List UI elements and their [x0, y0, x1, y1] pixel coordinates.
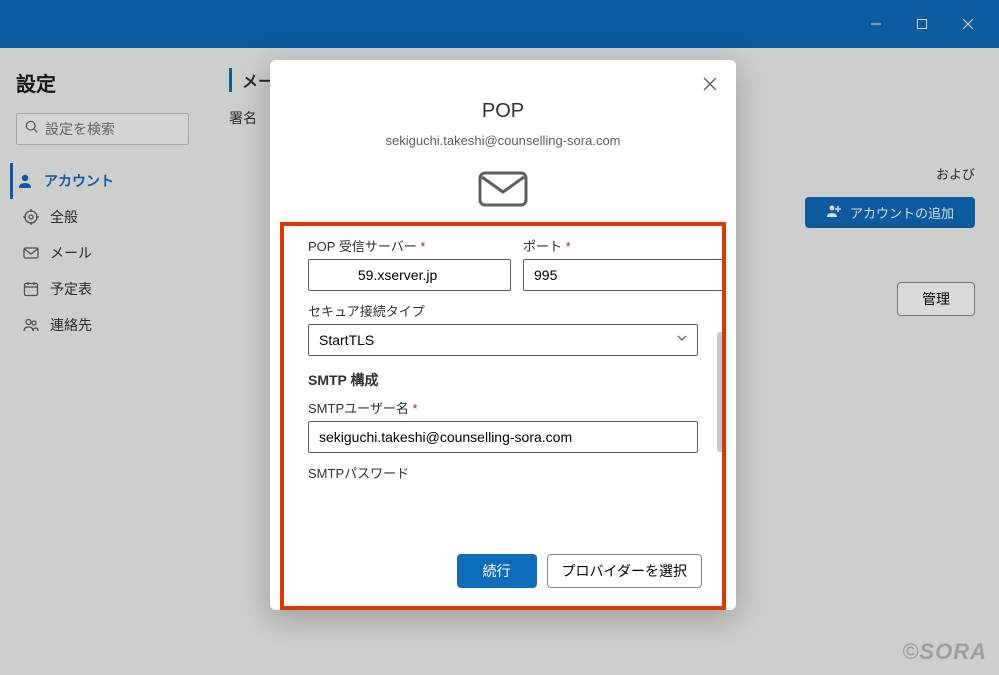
dialog-footer: 続行 プロバイダーを選択	[280, 542, 726, 610]
port-input[interactable]	[523, 259, 726, 291]
close-icon	[702, 76, 718, 92]
envelope-icon	[477, 170, 529, 208]
dialog-close-button[interactable]	[698, 72, 722, 101]
form-area: POP 受信サーバー * ポート * セキュア接続タイプ StartTLS	[280, 222, 726, 542]
smtp-pass-label: SMTPパスワード	[308, 463, 698, 482]
select-provider-button[interactable]: プロバイダーを選択	[547, 554, 702, 588]
smtp-user-input[interactable]	[308, 421, 698, 453]
port-label: ポート *	[523, 236, 726, 255]
dialog-title: POP	[290, 100, 716, 123]
pop-config-dialog: POP sekiguchi.takeshi@counselling-sora.c…	[270, 60, 736, 610]
pop-server-label: POP 受信サーバー *	[308, 236, 511, 255]
smtp-user-label: SMTPユーザー名 *	[308, 398, 698, 417]
pop-server-input[interactable]	[308, 259, 511, 291]
smtp-heading: SMTP 構成	[308, 370, 698, 390]
secure-type-label: セキュア接続タイプ	[308, 301, 698, 320]
secure-type-select[interactable]: StartTLS	[308, 324, 698, 356]
scrollbar[interactable]	[717, 332, 724, 452]
dialog-header: POP sekiguchi.takeshi@counselling-sora.c…	[270, 60, 736, 162]
dialog-icon-row	[270, 162, 736, 222]
dialog-email: sekiguchi.takeshi@counselling-sora.com	[290, 133, 716, 148]
continue-button[interactable]: 続行	[457, 554, 537, 588]
